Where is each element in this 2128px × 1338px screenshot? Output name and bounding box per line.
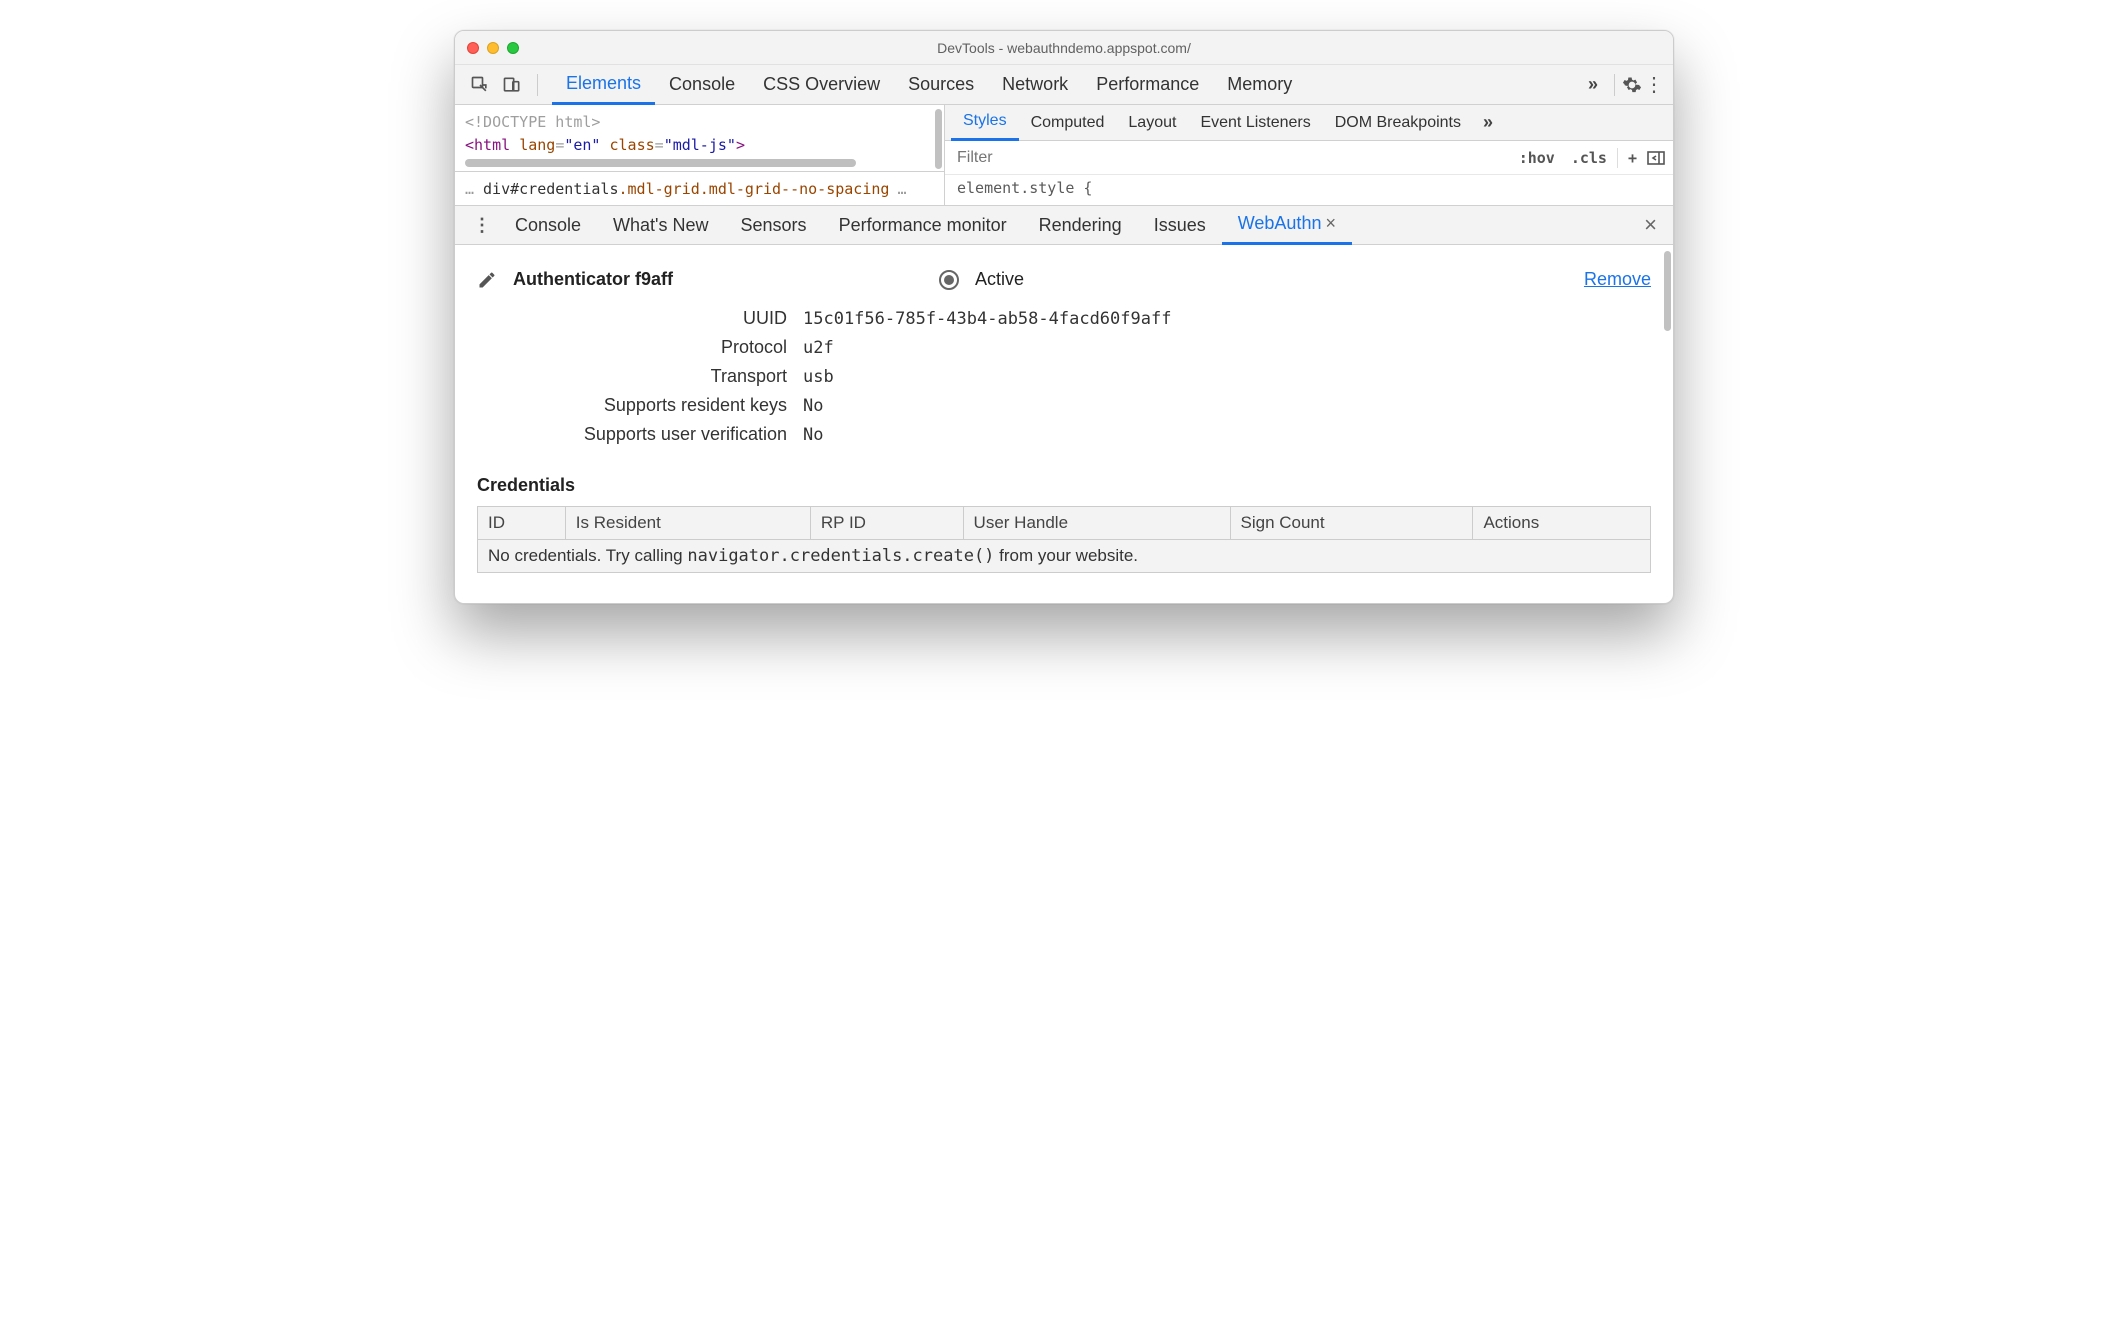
styles-filter-input[interactable] (945, 149, 1511, 167)
drawer-tab-rendering[interactable]: Rendering (1023, 205, 1138, 245)
remove-authenticator-link[interactable]: Remove (1584, 269, 1651, 290)
col-id: ID (478, 507, 566, 540)
tab-css-overview[interactable]: CSS Overview (749, 65, 894, 105)
drawer-tab-webauthn[interactable]: WebAuthn × (1222, 205, 1352, 245)
empty-msg-pre: No credentials. Try calling (488, 546, 687, 565)
tab-memory[interactable]: Memory (1213, 65, 1306, 105)
devtools-window: DevTools - webauthndemo.appspot.com/ Ele… (454, 30, 1674, 604)
dom-tree[interactable]: <!DOCTYPE html> <html lang="en" class="m… (455, 105, 944, 159)
col-rp-id: RP ID (810, 507, 963, 540)
empty-msg-code: navigator.credentials.create() (687, 546, 994, 566)
info-value: usb (803, 367, 834, 387)
styles-filter-row: :hov .cls + (945, 141, 1673, 175)
kebab-menu-icon[interactable]: ⋮ (1643, 74, 1665, 96)
styles-tab-layout[interactable]: Layout (1116, 105, 1188, 141)
breadcrumb-ellipsis: … (897, 180, 907, 198)
info-value: u2f (803, 338, 834, 358)
empty-msg-post: from your website. (994, 546, 1138, 565)
cls-button[interactable]: .cls (1563, 149, 1615, 167)
styles-pane: StylesComputedLayoutEvent ListenersDOM B… (945, 105, 1673, 205)
styles-tab-computed[interactable]: Computed (1019, 105, 1117, 141)
device-toolbar-icon[interactable] (501, 74, 523, 96)
more-tabs-icon[interactable]: » (1578, 74, 1608, 95)
info-key: Transport (567, 366, 787, 387)
drawer-tabs: ⋮ ConsoleWhat's NewSensorsPerformance mo… (455, 205, 1673, 245)
empty-credentials-row: No credentials. Try calling navigator.cr… (478, 540, 1651, 573)
col-user-handle: User Handle (963, 507, 1230, 540)
top-tabs: ElementsConsoleCSS OverviewSourcesNetwor… (455, 65, 1673, 105)
edit-pencil-icon[interactable] (477, 270, 497, 290)
col-sign-count: Sign Count (1230, 507, 1473, 540)
close-drawer-icon[interactable]: × (1638, 212, 1663, 238)
tab-elements[interactable]: Elements (552, 65, 655, 105)
vertical-scrollbar[interactable] (935, 109, 942, 169)
tab-console[interactable]: Console (655, 65, 749, 105)
info-value: No (803, 425, 823, 445)
titlebar: DevTools - webauthndemo.appspot.com/ (455, 31, 1673, 65)
webauthn-pane: Authenticator f9aff Active Remove UUID 15… (455, 245, 1673, 603)
drawer-tab-performance-monitor[interactable]: Performance monitor (823, 205, 1023, 245)
toggle-sidebar-icon[interactable] (1645, 147, 1667, 169)
styles-more-tabs-icon[interactable]: » (1473, 112, 1503, 133)
info-value: 15c01f56-785f-43b4-ab58-4facd60f9aff (803, 309, 1171, 329)
breadcrumb[interactable]: … div#credentials.mdl-grid.mdl-grid--no-… (455, 171, 944, 205)
info-value: No (803, 396, 823, 416)
credentials-title: Credentials (477, 475, 1651, 496)
vertical-scrollbar[interactable] (1664, 251, 1671, 331)
tab-network[interactable]: Network (988, 65, 1082, 105)
elements-pane: <!DOCTYPE html> <html lang="en" class="m… (455, 105, 945, 205)
drawer-tab-issues[interactable]: Issues (1138, 205, 1222, 245)
main-split: <!DOCTYPE html> <html lang="en" class="m… (455, 105, 1673, 205)
authenticator-info: UUID 15c01f56-785f-43b4-ab58-4facd60f9aff… (567, 308, 1651, 445)
settings-gear-icon[interactable] (1621, 74, 1643, 96)
styles-tab-dom-breakpoints[interactable]: DOM Breakpoints (1323, 105, 1473, 141)
drawer-tab-what-s-new[interactable]: What's New (597, 205, 724, 245)
col-actions: Actions (1473, 507, 1651, 540)
tab-performance[interactable]: Performance (1082, 65, 1213, 105)
horizontal-scrollbar[interactable] (465, 159, 856, 167)
credentials-table: IDIs ResidentRP IDUser HandleSign CountA… (477, 506, 1651, 573)
info-key: Protocol (567, 337, 787, 358)
styles-tab-event-listeners[interactable]: Event Listeners (1188, 105, 1322, 141)
info-key: UUID (567, 308, 787, 329)
new-style-rule-icon[interactable]: + (1620, 149, 1645, 167)
window-title: DevTools - webauthndemo.appspot.com/ (455, 40, 1673, 56)
styles-tab-styles[interactable]: Styles (951, 105, 1019, 141)
close-tab-icon[interactable]: × (1321, 213, 1336, 234)
style-rule[interactable]: element.style { (945, 175, 1673, 201)
col-is-resident: Is Resident (565, 507, 810, 540)
active-radio[interactable] (939, 270, 959, 290)
drawer-kebab-icon[interactable]: ⋮ (465, 215, 499, 236)
authenticator-title: Authenticator f9aff (513, 269, 673, 290)
drawer-tab-console[interactable]: Console (499, 205, 597, 245)
tab-sources[interactable]: Sources (894, 65, 988, 105)
drawer-tab-sensors[interactable]: Sensors (725, 205, 823, 245)
hov-button[interactable]: :hov (1511, 149, 1563, 167)
inspect-element-icon[interactable] (469, 74, 491, 96)
breadcrumb-ellipsis: … (465, 180, 475, 198)
info-key: Supports user verification (567, 424, 787, 445)
info-key: Supports resident keys (567, 395, 787, 416)
active-label: Active (975, 269, 1024, 290)
